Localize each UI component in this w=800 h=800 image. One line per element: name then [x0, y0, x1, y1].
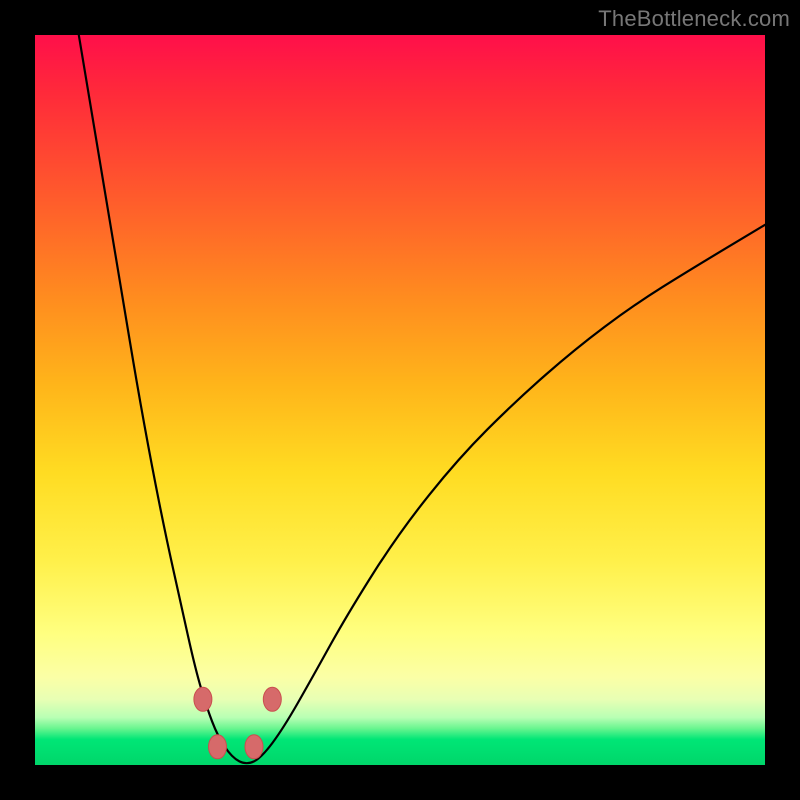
curve-marker: [245, 735, 263, 759]
chart-frame: TheBottleneck.com: [0, 0, 800, 800]
curve-marker: [194, 687, 212, 711]
curve-marker: [209, 735, 227, 759]
curve-marker: [263, 687, 281, 711]
bottleneck-curve: [79, 35, 765, 763]
chart-svg: [35, 35, 765, 765]
chart-plot-area: [35, 35, 765, 765]
watermark-text: TheBottleneck.com: [598, 6, 790, 32]
